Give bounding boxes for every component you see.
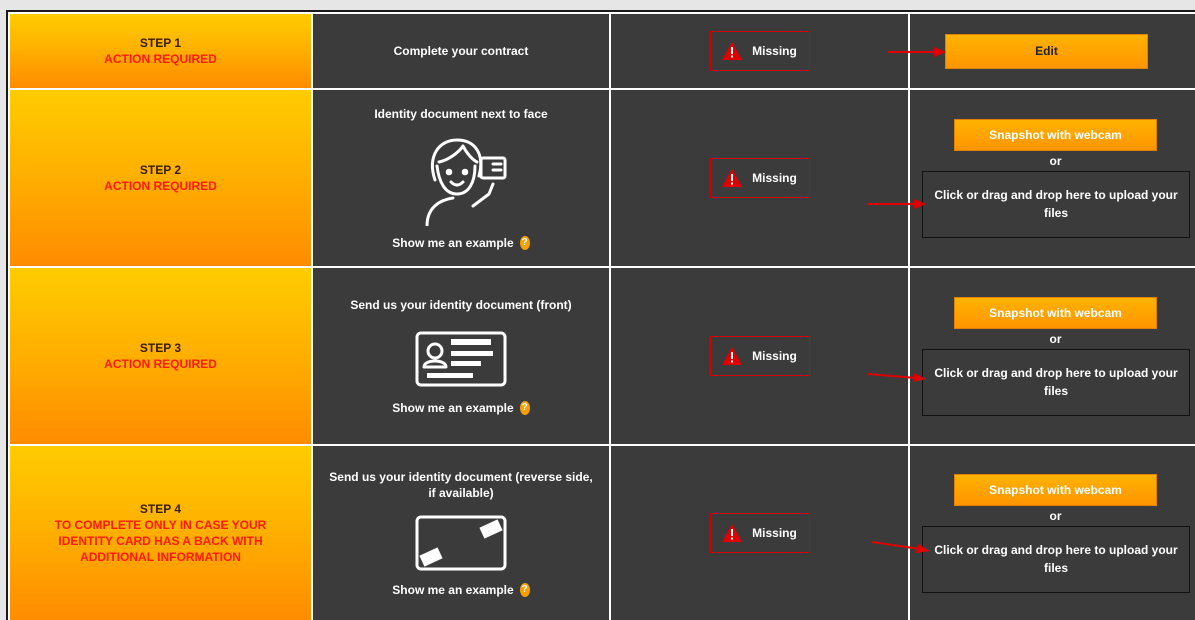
step-label-cell: STEP 2 ACTION REQUIRED xyxy=(8,88,313,268)
snapshot-webcam-button[interactable]: Snapshot with webcam xyxy=(954,296,1157,329)
step-description-cell: Complete your contract xyxy=(311,12,611,90)
show-example-link[interactable]: Show me an example ? xyxy=(392,236,530,250)
red-arrow-icon xyxy=(872,541,930,553)
step-action-cell: Snapshot with webcam or Click or drag an… xyxy=(868,266,1195,446)
step-title: STEP 3 xyxy=(139,341,182,355)
step-state-cell: Missing xyxy=(609,88,910,268)
step-row-2: STEP 2 ACTION REQUIRED Identity document… xyxy=(8,88,1195,268)
step-state-cell: Missing xyxy=(609,266,910,446)
help-icon: ? xyxy=(519,401,530,415)
missing-status-badge: Missing xyxy=(709,513,810,553)
step-title: STEP 2 xyxy=(139,163,182,177)
snapshot-webcam-button[interactable]: Snapshot with webcam xyxy=(954,118,1157,151)
edit-button[interactable]: Edit xyxy=(945,33,1148,69)
id-card-back-icon xyxy=(415,515,507,571)
step-row-3: STEP 3 ACTION REQUIRED Send us your iden… xyxy=(8,266,1195,446)
or-separator: or xyxy=(1049,331,1062,346)
steps-table: STEP 1 ACTION REQUIRED Complete your con… xyxy=(8,12,1195,620)
step-description: Send us your identity document (reverse … xyxy=(329,470,593,500)
step-description-cell: Identity document next to face Show me a… xyxy=(311,88,611,268)
missing-status-badge: Missing xyxy=(709,336,810,376)
or-separator: or xyxy=(1049,508,1062,523)
missing-status-badge: Missing xyxy=(709,158,810,198)
step-description-cell: Send us your identity document (front) S… xyxy=(311,266,611,446)
file-dropzone[interactable]: Click or drag and drop here to upload yo… xyxy=(922,348,1190,416)
show-example-label: Show me an example xyxy=(392,236,514,250)
warning-icon xyxy=(722,42,743,60)
missing-label: Missing xyxy=(752,44,797,58)
red-arrow-icon xyxy=(868,199,926,209)
step-status: ACTION REQUIRED xyxy=(104,52,217,66)
step-label-cell: STEP 4 TO COMPLETE ONLY IN CASE YOUR IDE… xyxy=(8,444,313,620)
steps-panel: STEP 1 ACTION REQUIRED Complete your con… xyxy=(6,10,1195,620)
step-status: ACTION REQUIRED xyxy=(104,179,217,193)
id-card-front-icon xyxy=(415,331,507,387)
step-title: STEP 4 xyxy=(139,502,182,516)
warning-icon xyxy=(722,347,743,365)
show-example-link[interactable]: Show me an example ? xyxy=(392,583,530,597)
step-action-cell: Snapshot with webcam or Click or drag an… xyxy=(868,88,1195,268)
missing-label: Missing xyxy=(752,171,797,185)
step-status: IDENTITY CARD HAS A BACK WITH xyxy=(58,534,263,548)
red-arrow-icon xyxy=(868,373,926,382)
person-holding-id-icon xyxy=(425,138,507,226)
step-description: Complete your contract xyxy=(393,44,529,58)
step-description: Identity document next to face xyxy=(374,107,548,121)
or-separator: or xyxy=(1049,153,1062,168)
file-dropzone[interactable]: Click or drag and drop here to upload yo… xyxy=(922,170,1190,238)
missing-status-badge: Missing xyxy=(709,31,810,71)
show-example-link[interactable]: Show me an example ? xyxy=(392,401,530,415)
red-arrow-icon xyxy=(888,47,946,57)
warning-icon xyxy=(722,169,743,187)
step-row-4: STEP 4 TO COMPLETE ONLY IN CASE YOUR IDE… xyxy=(8,444,1195,620)
step-status: ACTION REQUIRED xyxy=(104,357,217,371)
step-status: TO COMPLETE ONLY IN CASE YOUR xyxy=(54,518,267,532)
step-status: ADDITIONAL INFORMATION xyxy=(80,550,241,564)
help-icon: ? xyxy=(519,236,530,250)
step-state-cell: Missing xyxy=(609,12,910,90)
step-state-cell: Missing xyxy=(609,444,910,620)
step-action-cell: Edit xyxy=(888,12,1195,90)
missing-label: Missing xyxy=(752,526,797,540)
file-dropzone[interactable]: Click or drag and drop here to upload yo… xyxy=(922,525,1190,593)
step-action-cell: Snapshot with webcam or Click or drag an… xyxy=(872,444,1195,620)
help-icon: ? xyxy=(519,583,530,597)
step-description-cell: Send us your identity document (reverse … xyxy=(311,444,611,620)
step-label-cell: STEP 3 ACTION REQUIRED xyxy=(8,266,313,446)
step-label-cell: STEP 1 ACTION REQUIRED xyxy=(8,12,313,90)
step-description: Send us your identity document (front) xyxy=(350,298,572,312)
step-title: STEP 1 xyxy=(139,36,182,50)
snapshot-webcam-button[interactable]: Snapshot with webcam xyxy=(954,473,1157,506)
show-example-label: Show me an example xyxy=(392,583,514,597)
show-example-label: Show me an example xyxy=(392,401,514,415)
missing-label: Missing xyxy=(752,349,797,363)
warning-icon xyxy=(722,524,743,542)
step-row-1: STEP 1 ACTION REQUIRED Complete your con… xyxy=(8,12,1195,90)
